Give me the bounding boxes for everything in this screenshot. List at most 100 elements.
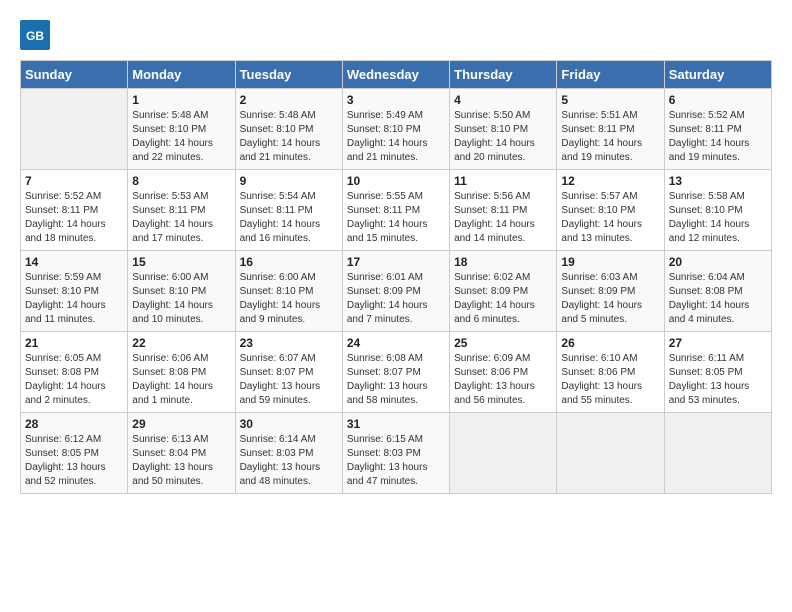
calendar-cell: 9Sunrise: 5:54 AM Sunset: 8:11 PM Daylig… bbox=[235, 170, 342, 251]
calendar-cell: 31 Sunrise: 6:15 AM Sunset: 8:03 PM Dayli… bbox=[342, 413, 449, 494]
day-number: 16 bbox=[240, 255, 338, 269]
calendar-cell: 19Sunrise: 6:03 AM Sunset: 8:09 PM Dayli… bbox=[557, 251, 664, 332]
day-info: Sunrise: 5:52 AM Sunset: 8:11 PM Dayligh… bbox=[25, 190, 123, 246]
day-info: Sunrise: 6:10 AM Sunset: 8:06 PM Dayligh… bbox=[561, 352, 659, 408]
day-number: 29 bbox=[132, 417, 230, 431]
logo: GB bbox=[20, 20, 54, 50]
calendar-week-row: 28 Sunrise: 6:12 AM Sunset: 8:05 PM Dayli… bbox=[21, 413, 772, 494]
day-info: Sunrise: 6:03 AM Sunset: 8:09 PM Dayligh… bbox=[561, 271, 659, 327]
day-header-wednesday: Wednesday bbox=[342, 61, 449, 89]
day-info: Sunrise: 6:12 AM Sunset: 8:05 PM Dayligh… bbox=[25, 433, 123, 489]
svg-text:GB: GB bbox=[26, 29, 44, 43]
calendar-cell bbox=[450, 413, 557, 494]
day-number: 26 bbox=[561, 336, 659, 350]
day-number: 6 bbox=[669, 93, 767, 107]
day-number: 30 bbox=[240, 417, 338, 431]
calendar-cell: 8Sunrise: 5:53 AM Sunset: 8:11 PM Daylig… bbox=[128, 170, 235, 251]
day-header-friday: Friday bbox=[557, 61, 664, 89]
day-header-saturday: Saturday bbox=[664, 61, 771, 89]
day-header-monday: Monday bbox=[128, 61, 235, 89]
day-info: Sunrise: 6:07 AM Sunset: 8:07 PM Dayligh… bbox=[240, 352, 338, 408]
calendar-cell: 1 Sunrise: 5:48 AM Sunset: 8:10 PM Daylig… bbox=[128, 89, 235, 170]
calendar-week-row: 1 Sunrise: 5:48 AM Sunset: 8:10 PM Daylig… bbox=[21, 89, 772, 170]
calendar-cell bbox=[557, 413, 664, 494]
day-info: Sunrise: 6:00 AM Sunset: 8:10 PM Dayligh… bbox=[132, 271, 230, 327]
calendar-cell: 2Sunrise: 5:48 AM Sunset: 8:10 PM Daylig… bbox=[235, 89, 342, 170]
day-info: Sunrise: 5:49 AM Sunset: 8:10 PM Dayligh… bbox=[347, 109, 445, 165]
day-info: Sunrise: 6:01 AM Sunset: 8:09 PM Dayligh… bbox=[347, 271, 445, 327]
day-number: 28 bbox=[25, 417, 123, 431]
day-info: Sunrise: 5:51 AM Sunset: 8:11 PM Dayligh… bbox=[561, 109, 659, 165]
day-info: Sunrise: 5:48 AM Sunset: 8:10 PM Dayligh… bbox=[132, 109, 230, 165]
day-info: Sunrise: 5:56 AM Sunset: 8:11 PM Dayligh… bbox=[454, 190, 552, 246]
day-info: Sunrise: 6:08 AM Sunset: 8:07 PM Dayligh… bbox=[347, 352, 445, 408]
calendar-cell: 14Sunrise: 5:59 AM Sunset: 8:10 PM Dayli… bbox=[21, 251, 128, 332]
day-number: 3 bbox=[347, 93, 445, 107]
calendar-cell: 28 Sunrise: 6:12 AM Sunset: 8:05 PM Dayli… bbox=[21, 413, 128, 494]
calendar-week-row: 21 Sunrise: 6:05 AM Sunset: 8:08 PM Dayli… bbox=[21, 332, 772, 413]
day-number: 7 bbox=[25, 174, 123, 188]
calendar-week-row: 7 Sunrise: 5:52 AM Sunset: 8:11 PM Daylig… bbox=[21, 170, 772, 251]
calendar-cell: 5 Sunrise: 5:51 AM Sunset: 8:11 PM Daylig… bbox=[557, 89, 664, 170]
day-number: 1 bbox=[132, 93, 230, 107]
calendar-cell: 11 Sunrise: 5:56 AM Sunset: 8:11 PM Dayli… bbox=[450, 170, 557, 251]
day-number: 24 bbox=[347, 336, 445, 350]
day-header-tuesday: Tuesday bbox=[235, 61, 342, 89]
calendar-cell: 27 Sunrise: 6:11 AM Sunset: 8:05 PM Dayli… bbox=[664, 332, 771, 413]
day-info: Sunrise: 6:00 AM Sunset: 8:10 PM Dayligh… bbox=[240, 271, 338, 327]
day-info: Sunrise: 6:05 AM Sunset: 8:08 PM Dayligh… bbox=[25, 352, 123, 408]
calendar-cell: 24 Sunrise: 6:08 AM Sunset: 8:07 PM Dayli… bbox=[342, 332, 449, 413]
calendar-table: SundayMondayTuesdayWednesdayThursdayFrid… bbox=[20, 60, 772, 494]
day-info: Sunrise: 6:02 AM Sunset: 8:09 PM Dayligh… bbox=[454, 271, 552, 327]
day-number: 27 bbox=[669, 336, 767, 350]
day-info: Sunrise: 6:06 AM Sunset: 8:08 PM Dayligh… bbox=[132, 352, 230, 408]
day-number: 10 bbox=[347, 174, 445, 188]
day-number: 14 bbox=[25, 255, 123, 269]
calendar-cell: 13 Sunrise: 5:58 AM Sunset: 8:10 PM Dayli… bbox=[664, 170, 771, 251]
day-number: 4 bbox=[454, 93, 552, 107]
day-number: 2 bbox=[240, 93, 338, 107]
day-number: 13 bbox=[669, 174, 767, 188]
calendar-week-row: 14Sunrise: 5:59 AM Sunset: 8:10 PM Dayli… bbox=[21, 251, 772, 332]
calendar-cell bbox=[21, 89, 128, 170]
day-info: Sunrise: 5:50 AM Sunset: 8:10 PM Dayligh… bbox=[454, 109, 552, 165]
day-info: Sunrise: 5:57 AM Sunset: 8:10 PM Dayligh… bbox=[561, 190, 659, 246]
day-number: 23 bbox=[240, 336, 338, 350]
day-info: Sunrise: 6:04 AM Sunset: 8:08 PM Dayligh… bbox=[669, 271, 767, 327]
day-info: Sunrise: 6:09 AM Sunset: 8:06 PM Dayligh… bbox=[454, 352, 552, 408]
calendar-cell: 22Sunrise: 6:06 AM Sunset: 8:08 PM Dayli… bbox=[128, 332, 235, 413]
calendar-cell: 26 Sunrise: 6:10 AM Sunset: 8:06 PM Dayli… bbox=[557, 332, 664, 413]
day-number: 5 bbox=[561, 93, 659, 107]
day-info: Sunrise: 5:53 AM Sunset: 8:11 PM Dayligh… bbox=[132, 190, 230, 246]
day-info: Sunrise: 6:13 AM Sunset: 8:04 PM Dayligh… bbox=[132, 433, 230, 489]
day-number: 25 bbox=[454, 336, 552, 350]
calendar-cell: 23 Sunrise: 6:07 AM Sunset: 8:07 PM Dayli… bbox=[235, 332, 342, 413]
header: GB bbox=[20, 20, 772, 50]
day-info: Sunrise: 6:11 AM Sunset: 8:05 PM Dayligh… bbox=[669, 352, 767, 408]
logo-icon: GB bbox=[20, 20, 50, 50]
calendar-cell: 3 Sunrise: 5:49 AM Sunset: 8:10 PM Daylig… bbox=[342, 89, 449, 170]
calendar-cell: 29 Sunrise: 6:13 AM Sunset: 8:04 PM Dayli… bbox=[128, 413, 235, 494]
day-info: Sunrise: 5:52 AM Sunset: 8:11 PM Dayligh… bbox=[669, 109, 767, 165]
calendar-cell bbox=[664, 413, 771, 494]
calendar-cell: 20 Sunrise: 6:04 AM Sunset: 8:08 PM Dayli… bbox=[664, 251, 771, 332]
calendar-cell: 15Sunrise: 6:00 AM Sunset: 8:10 PM Dayli… bbox=[128, 251, 235, 332]
day-info: Sunrise: 5:55 AM Sunset: 8:11 PM Dayligh… bbox=[347, 190, 445, 246]
day-info: Sunrise: 5:58 AM Sunset: 8:10 PM Dayligh… bbox=[669, 190, 767, 246]
day-number: 9 bbox=[240, 174, 338, 188]
day-header-thursday: Thursday bbox=[450, 61, 557, 89]
calendar-header-row: SundayMondayTuesdayWednesdayThursdayFrid… bbox=[21, 61, 772, 89]
calendar-cell: 17Sunrise: 6:01 AM Sunset: 8:09 PM Dayli… bbox=[342, 251, 449, 332]
day-number: 11 bbox=[454, 174, 552, 188]
calendar-cell: 18 Sunrise: 6:02 AM Sunset: 8:09 PM Dayli… bbox=[450, 251, 557, 332]
calendar-cell: 16 Sunrise: 6:00 AM Sunset: 8:10 PM Dayli… bbox=[235, 251, 342, 332]
day-info: Sunrise: 6:15 AM Sunset: 8:03 PM Dayligh… bbox=[347, 433, 445, 489]
day-number: 31 bbox=[347, 417, 445, 431]
day-header-sunday: Sunday bbox=[21, 61, 128, 89]
calendar-cell: 21 Sunrise: 6:05 AM Sunset: 8:08 PM Dayli… bbox=[21, 332, 128, 413]
calendar-cell: 25 Sunrise: 6:09 AM Sunset: 8:06 PM Dayli… bbox=[450, 332, 557, 413]
day-number: 21 bbox=[25, 336, 123, 350]
day-number: 20 bbox=[669, 255, 767, 269]
calendar-cell: 12Sunrise: 5:57 AM Sunset: 8:10 PM Dayli… bbox=[557, 170, 664, 251]
day-number: 18 bbox=[454, 255, 552, 269]
